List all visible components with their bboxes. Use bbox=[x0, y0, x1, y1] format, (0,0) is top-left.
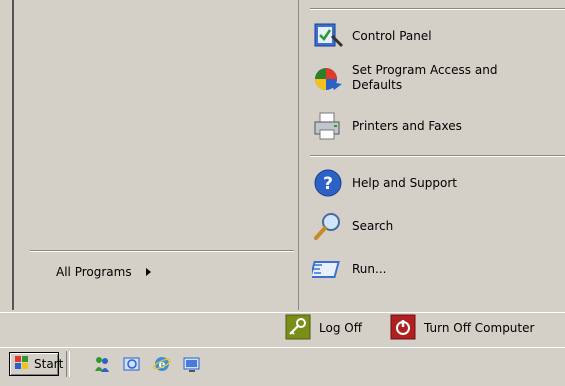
printers-faxes-icon bbox=[312, 110, 344, 142]
right-separator bbox=[310, 155, 565, 157]
program-access-icon bbox=[312, 62, 344, 94]
menu-item-search[interactable]: Search bbox=[312, 210, 393, 242]
log-off-label: Log Off bbox=[319, 321, 362, 335]
menu-item-label: Printers and Faxes bbox=[352, 118, 462, 133]
svg-text:?: ? bbox=[323, 174, 333, 194]
turn-off-label: Turn Off Computer bbox=[424, 321, 535, 335]
menu-item-label: Control Panel bbox=[352, 28, 432, 43]
outlook-express-icon[interactable] bbox=[122, 354, 142, 374]
right-top-separator bbox=[310, 8, 565, 10]
power-icon bbox=[390, 314, 416, 343]
windows-logo-icon bbox=[14, 355, 30, 374]
internet-explorer-icon[interactable]: e bbox=[152, 354, 172, 374]
start-button[interactable]: Start bbox=[9, 352, 63, 376]
messenger-icon[interactable] bbox=[92, 354, 112, 374]
start-label: Start bbox=[34, 357, 64, 371]
menu-item-help-support[interactable]: ? Help and Support bbox=[312, 167, 457, 199]
show-desktop-icon[interactable] bbox=[182, 354, 202, 374]
log-off-icon bbox=[285, 314, 311, 343]
left-separator bbox=[30, 250, 294, 252]
arrow-right-icon bbox=[145, 268, 151, 276]
log-off-button[interactable]: Log Off bbox=[285, 313, 362, 343]
taskbar: Start e bbox=[0, 347, 565, 386]
menu-item-control-panel[interactable]: Control Panel bbox=[312, 20, 432, 52]
all-programs-label: All Programs bbox=[56, 265, 132, 279]
menu-item-run[interactable]: Run... bbox=[312, 253, 386, 285]
quicklaunch-toolbar: e bbox=[92, 354, 202, 374]
search-icon bbox=[312, 210, 344, 242]
menu-item-label: Search bbox=[352, 218, 394, 233]
quicklaunch-separator bbox=[66, 351, 70, 377]
turn-off-button[interactable]: Turn Off Computer bbox=[390, 313, 534, 343]
menu-item-label: Run... bbox=[352, 261, 387, 276]
control-panel-icon bbox=[312, 20, 344, 52]
menu-item-label: Help and Support bbox=[352, 175, 457, 190]
start-menu: All Programs Control Panel Set Program A… bbox=[0, 0, 565, 347]
help-icon: ? bbox=[312, 167, 344, 199]
run-icon bbox=[312, 253, 344, 285]
menu-item-label: Set Program Access and Defaults bbox=[352, 63, 498, 92]
menu-item-printers-faxes[interactable]: Printers and Faxes bbox=[312, 110, 462, 142]
all-programs-button[interactable]: All Programs bbox=[56, 262, 151, 282]
menu-item-set-program-access[interactable]: Set Program Access and Defaults bbox=[312, 62, 542, 94]
left-edge-bar bbox=[0, 0, 14, 310]
